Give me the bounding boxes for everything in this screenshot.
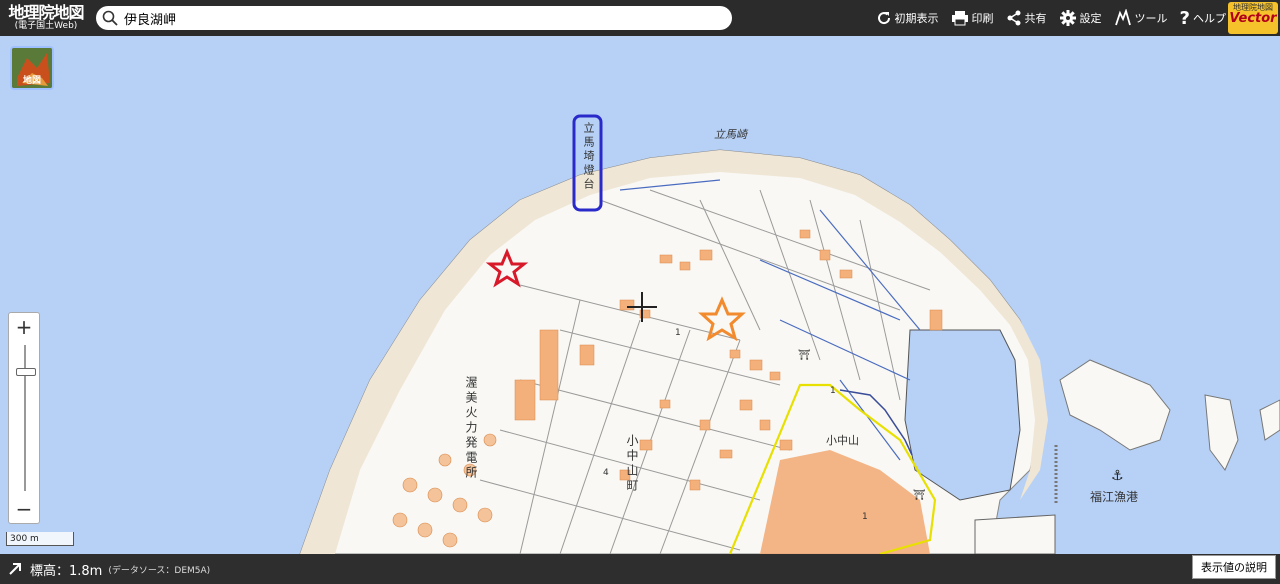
road-number-3: 4 <box>603 468 609 478</box>
zoom-slider-track[interactable] <box>24 345 26 491</box>
shrine-icon: ⛩ <box>913 489 926 501</box>
zoom-control: + − <box>8 312 40 524</box>
map-layer-button[interactable]: 地図 <box>10 46 54 90</box>
refresh-icon <box>877 12 890 25</box>
bottom-bar: 標高：1.8m (データソース：DEM5A) <box>0 554 1280 584</box>
search-box[interactable] <box>96 6 732 30</box>
elevation-source: (データソース：DEM5A) <box>108 565 211 576</box>
road-number-4: 1 <box>862 512 868 522</box>
port-label: 福江漁港 <box>1090 490 1139 504</box>
lighthouse-label: 立馬埼燈台 <box>582 122 595 192</box>
port-water <box>904 329 1021 501</box>
top-bar: 地理院地図 (電子国土Web) 初期表示 印刷 共有 設定 ツール ? ヘルプ <box>0 0 1280 36</box>
vector-logo[interactable]: 地理院地図 Vector <box>1228 2 1278 34</box>
logo-subtitle: (電子国土Web) <box>14 21 78 31</box>
toolbar: 初期表示 印刷 共有 設定 ツール ? ヘルプ <box>876 0 1226 36</box>
tool-tools-button[interactable]: ツール <box>1114 9 1168 27</box>
road-number-2: 1 <box>830 386 836 396</box>
tool-help-button[interactable]: ? ヘルプ <box>1180 8 1226 29</box>
island-1 <box>1059 359 1171 451</box>
arrow-icon <box>9 563 21 575</box>
search-input[interactable] <box>122 9 706 27</box>
district-label: 小中山 <box>826 434 859 447</box>
tool-label: ヘルプ <box>1193 12 1226 25</box>
vector-logo-bottom: Vector <box>1229 11 1277 26</box>
explain-values-button[interactable]: 表示値の説明 <box>1192 555 1276 579</box>
search-icon <box>102 10 118 26</box>
tool-share-button[interactable]: 共有 <box>1006 10 1047 26</box>
zoom-in-button[interactable]: + <box>9 313 39 341</box>
zoom-out-button[interactable]: − <box>9 495 39 523</box>
island-3 <box>1259 399 1280 441</box>
shrine-icon: ⛩ <box>798 349 811 361</box>
tool-label: 設定 <box>1079 12 1102 25</box>
cape-label: 立馬崎 <box>714 128 747 141</box>
map-canvas[interactable]: ⚓ ⛩ ⛩ 立馬埼燈台 立馬崎 渥美火力発電所 小中山町 小中山 福江漁港 1 … <box>0 36 1280 554</box>
tool-print-button[interactable]: 印刷 <box>951 10 994 26</box>
site-logo[interactable]: 地理院地図 (電子国土Web) <box>0 0 92 36</box>
elevation-readout: 標高：1.8m <box>30 563 103 579</box>
tool-label: 共有 <box>1024 12 1047 25</box>
layer-button-label: 地図 <box>22 76 41 86</box>
tool-label: 初期表示 <box>894 12 939 25</box>
share-icon <box>1007 10 1021 26</box>
tool-initial-view-button[interactable]: 初期表示 <box>876 10 939 26</box>
pier <box>974 514 1056 554</box>
anchor-icon: ⚓ <box>1111 468 1124 484</box>
island-2 <box>1204 394 1239 471</box>
tool-label: 印刷 <box>971 12 994 25</box>
power-plant-label: 渥美火力発電所 <box>464 376 478 481</box>
logo-title: 地理院地図 <box>8 3 84 22</box>
town-label: 小中山町 <box>625 434 639 494</box>
gear-icon <box>1059 10 1076 26</box>
print-icon <box>951 11 968 26</box>
tool-label: ツール <box>1134 12 1168 25</box>
road-number-1: 1 <box>675 328 681 338</box>
help-icon: ? <box>1179 7 1190 29</box>
scale-bar: 300 m <box>6 532 74 546</box>
tool-icon <box>1114 9 1131 26</box>
zoom-slider-handle[interactable] <box>16 368 36 376</box>
tool-settings-button[interactable]: 設定 <box>1059 9 1102 27</box>
